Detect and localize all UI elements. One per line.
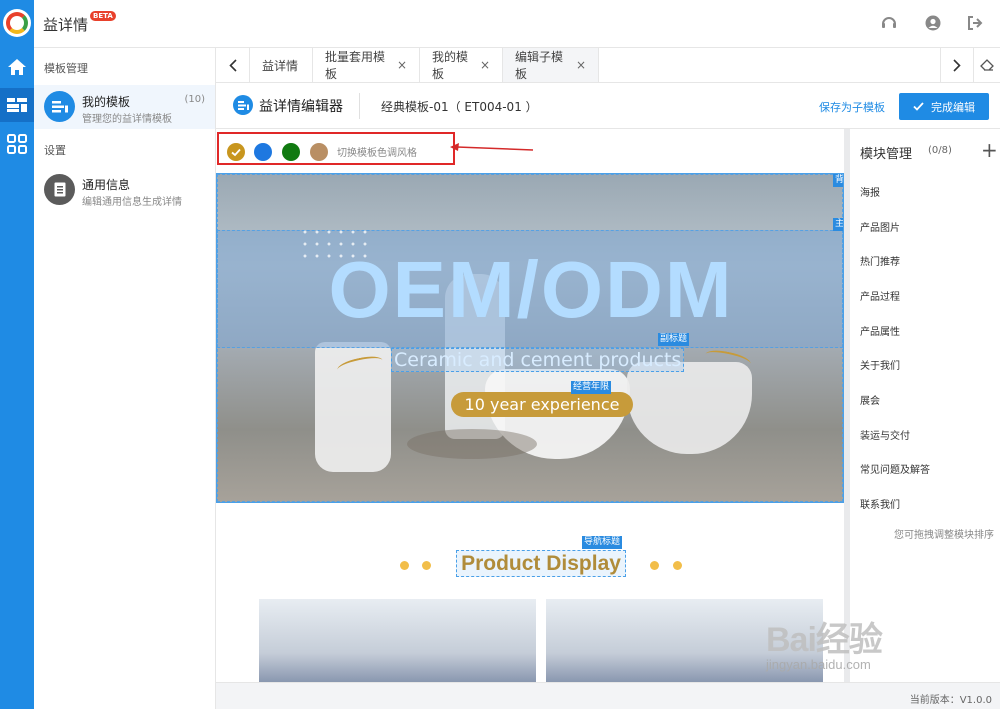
template-name: 经典模板-01（ ET004-01 ） bbox=[381, 100, 538, 114]
user-icon[interactable] bbox=[924, 14, 942, 32]
watermark-url: jingyan.baidu.com bbox=[766, 657, 871, 672]
chevron-right-icon bbox=[953, 58, 961, 72]
sidebar-item-general-info[interactable]: 通用信息 编辑通用信息生成详情 bbox=[34, 168, 215, 212]
decorative-dot bbox=[400, 561, 409, 570]
sidebar-section-templates: 模板管理 bbox=[44, 62, 88, 75]
poster-banner[interactable]: OEM/ODM Ceramic and cement products 10 y… bbox=[216, 173, 844, 503]
module-item[interactable]: 常见问题及解答 bbox=[860, 461, 930, 476]
editor-name: 益详情编辑器 bbox=[259, 99, 343, 115]
module-item[interactable]: 热门推荐 bbox=[860, 253, 900, 268]
annotation-arrow bbox=[450, 143, 534, 151]
module-drag-hint: 您可拖拽调整模块排序 bbox=[894, 530, 994, 541]
tabs-scroll-left[interactable] bbox=[216, 48, 250, 82]
decorative-dot bbox=[673, 561, 682, 570]
template-list-icon bbox=[44, 91, 75, 122]
module-count: (0/8) bbox=[928, 145, 952, 156]
logout-icon[interactable] bbox=[966, 14, 984, 32]
check-icon bbox=[913, 102, 924, 111]
color-switch-label: 切换模板色调风格 bbox=[337, 148, 417, 159]
clear-tabs-button[interactable] bbox=[974, 48, 1000, 82]
support-headset-icon[interactable] bbox=[880, 14, 898, 32]
eraser-icon bbox=[980, 59, 994, 71]
nav-title-tag: 导航标题 bbox=[582, 536, 623, 549]
tab-label: 我的模板 bbox=[432, 50, 469, 81]
main-title[interactable]: OEM/ODM bbox=[217, 244, 843, 336]
status-footer: 当前版本：V1.0.0 bbox=[216, 682, 1000, 709]
decorative-dot bbox=[422, 561, 431, 570]
product-display-title[interactable]: Product Display bbox=[456, 550, 626, 577]
sidebar-item-desc: 编辑通用信息生成详情 bbox=[82, 197, 182, 208]
tab-batch-apply[interactable]: 批量套用模板 × bbox=[313, 48, 420, 82]
tab-my-templates[interactable]: 我的模板 × bbox=[420, 48, 503, 82]
module-item[interactable]: 展会 bbox=[860, 392, 880, 407]
close-icon[interactable]: × bbox=[397, 58, 407, 72]
color-theme-switcher: 切换模板色调风格 bbox=[217, 132, 455, 165]
module-item[interactable]: 产品图片 bbox=[860, 219, 900, 234]
module-item[interactable]: 产品属性 bbox=[860, 323, 900, 338]
color-swatch-blue[interactable] bbox=[254, 143, 272, 161]
experience-pill[interactable]: 10 year experience bbox=[451, 392, 633, 417]
sidebar-item-desc: 管理您的益详情模板 bbox=[82, 114, 172, 125]
top-header: 益详情 BETA bbox=[34, 0, 1000, 48]
subtitle-tag: 副标题 bbox=[658, 333, 690, 346]
module-item[interactable]: 产品过程 bbox=[860, 288, 900, 303]
version-label: 当前版本：V1.0.0 bbox=[909, 695, 992, 706]
background-tag: 背 bbox=[833, 174, 843, 187]
app-title: 益详情 bbox=[43, 16, 89, 34]
sidebar-item-label: 我的模板 bbox=[82, 95, 131, 109]
tab-label: 编辑子模板 bbox=[515, 50, 564, 81]
home-icon[interactable] bbox=[0, 50, 34, 84]
close-icon[interactable]: × bbox=[480, 58, 490, 72]
sidebar-section-settings: 设置 bbox=[44, 144, 66, 157]
module-item[interactable]: 海报 bbox=[860, 184, 880, 199]
decorative-dot bbox=[650, 561, 659, 570]
color-swatch-gold[interactable] bbox=[227, 143, 245, 161]
main-title-tag: 主 bbox=[833, 218, 843, 231]
modules-grid-icon[interactable] bbox=[0, 127, 34, 161]
sidebar: 模板管理 我的模板 管理您的益详情模板 (10) 设置 通用信息 编辑通用信息生… bbox=[34, 48, 216, 709]
beta-badge: BETA bbox=[90, 11, 116, 21]
product-image[interactable] bbox=[259, 599, 536, 682]
module-manager-title: 模块管理 bbox=[860, 147, 913, 162]
sidebar-item-label: 通用信息 bbox=[82, 178, 131, 192]
finish-editing-label: 完成编辑 bbox=[931, 100, 975, 114]
tab-edit-sub-template[interactable]: 编辑子模板 × bbox=[503, 48, 599, 82]
document-icon bbox=[44, 174, 75, 205]
finish-editing-button[interactable]: 完成编辑 bbox=[899, 93, 989, 120]
sidebar-item-my-templates[interactable]: 我的模板 管理您的益详情模板 (10) bbox=[34, 85, 215, 129]
chevron-left-icon bbox=[228, 58, 237, 72]
module-item[interactable]: 装运与交付 bbox=[860, 427, 910, 442]
add-module-button[interactable]: + bbox=[981, 138, 998, 162]
tabs-scroll-right[interactable] bbox=[940, 48, 974, 82]
module-manager-panel: 模块管理 (0/8) + 海报 产品图片 热门推荐 产品过程 产品属性 关于我们… bbox=[850, 129, 1000, 682]
tab-label: 批量套用模板 bbox=[325, 50, 386, 81]
icon-rail bbox=[0, 0, 34, 709]
template-count: (10) bbox=[184, 94, 205, 105]
color-swatch-green[interactable] bbox=[282, 143, 300, 161]
toolbar-divider bbox=[359, 93, 360, 119]
tab-home[interactable]: 益详情 bbox=[250, 48, 313, 82]
module-item[interactable]: 关于我们 bbox=[860, 357, 900, 372]
watermark-text: Bai经验 bbox=[766, 621, 883, 659]
editor-canvas: 切换模板色调风格 OEM/ODM Ceramic and cement prod… bbox=[216, 129, 849, 682]
editor-icon bbox=[233, 95, 253, 115]
module-item[interactable]: 联系我们 bbox=[860, 496, 900, 511]
close-icon[interactable]: × bbox=[576, 58, 586, 72]
save-as-sub-template-button[interactable]: 保存为子模板 bbox=[819, 99, 885, 115]
experience-tag: 经营年限 bbox=[571, 381, 612, 394]
app-logo bbox=[3, 9, 31, 37]
baidu-watermark: Bai经验 jingyan.baidu.com bbox=[766, 612, 883, 672]
tab-bar: 益详情 批量套用模板 × 我的模板 × 编辑子模板 × bbox=[216, 48, 1000, 83]
templates-icon[interactable] bbox=[0, 88, 34, 122]
sub-title[interactable]: Ceramic and cement products bbox=[391, 348, 685, 372]
color-swatch-tan[interactable] bbox=[310, 143, 328, 161]
editor-toolbar: 益详情编辑器 经典模板-01（ ET004-01 ） 保存为子模板 完成编辑 bbox=[216, 83, 1000, 129]
tab-label: 益详情 bbox=[262, 58, 299, 73]
